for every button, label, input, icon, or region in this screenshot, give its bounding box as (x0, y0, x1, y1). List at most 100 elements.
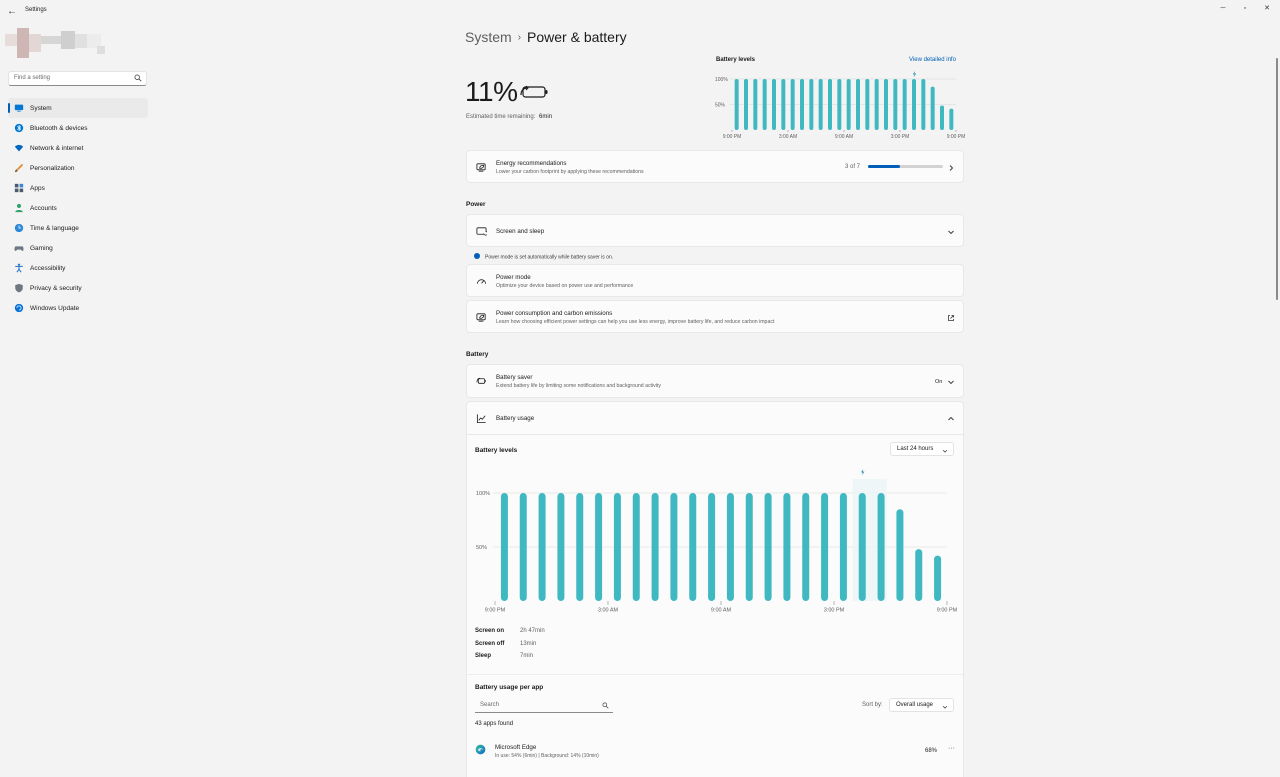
sidebar-item-accessibility[interactable]: Accessibility (8, 258, 148, 278)
sidebar-item-time-language[interactable]: Time & language (8, 218, 148, 238)
sidebar-item-gaming[interactable]: Gaming (8, 238, 148, 258)
shield-icon (15, 283, 23, 293)
power-mode-info: Power mode is set automatically while ba… (474, 253, 613, 260)
x-tick-label: 9:00 AM (835, 134, 853, 140)
search-icon (134, 74, 142, 82)
battery-bar (538, 493, 546, 601)
sidebar-item-windows-update[interactable]: Windows Update (8, 298, 148, 318)
edge-icon (475, 744, 486, 755)
app-detail: In use: 54% (6min) | Background: 14% (10… (495, 753, 599, 759)
sidebar-item-network-internet[interactable]: Network & internet (8, 138, 148, 158)
chevron-down-icon (942, 449, 948, 453)
x-tick-label: 3:00 PM (891, 134, 910, 140)
time-range-value: Last 24 hours (897, 446, 934, 452)
battery-bar (500, 493, 508, 601)
battery-bar (576, 493, 584, 601)
breadcrumb-system[interactable]: System (465, 29, 512, 45)
battery-bar (874, 79, 879, 130)
power-mode-card[interactable]: Power mode Optimize your device based on… (466, 264, 964, 297)
sidebar-item-label: Apps (30, 184, 45, 192)
battery-bar (837, 79, 842, 130)
app-search-placeholder: Search (480, 702, 500, 708)
gauge-icon (476, 279, 487, 284)
energy-count: 3 of 7 (845, 164, 861, 170)
breadcrumb-current: Power & battery (527, 29, 627, 45)
power-consumption-subtitle: Learn how choosing efficient power setti… (496, 319, 775, 325)
energy-progress-bar (868, 165, 943, 168)
power-consumption-card[interactable]: Power consumption and carbon emissions L… (466, 300, 964, 333)
battery-bar (802, 493, 810, 601)
battery-bar (726, 493, 734, 601)
sidebar-item-personalization[interactable]: Personalization (8, 158, 148, 178)
sidebar-item-label: Network & internet (30, 144, 84, 152)
wifi-icon (14, 144, 24, 152)
screen-and-sleep-card[interactable]: Screen and sleep (466, 214, 964, 247)
stat-value: 7min (520, 653, 534, 659)
x-tick-label: 3:00 PM (824, 608, 845, 614)
battery-saver-subtitle: Extend battery life by limiting some not… (496, 383, 661, 389)
battery-bar (821, 493, 829, 601)
chart-line-icon (476, 414, 486, 424)
view-detailed-info-link[interactable]: View detailed info (909, 57, 956, 63)
battery-saver-title: Battery saver (496, 374, 533, 381)
battery-bar (865, 79, 870, 130)
x-tick-label: 9:00 PM (485, 608, 506, 614)
chevron-down-icon (948, 380, 954, 385)
battery-bar (912, 79, 916, 130)
battery-levels-title: Battery levels (475, 447, 518, 454)
close-button[interactable]: ✕ (1257, 3, 1277, 15)
app-title: Settings (25, 7, 47, 13)
account-avatar[interactable] (5, 28, 105, 58)
battery-bar (519, 493, 527, 601)
charging-bolt-icon (861, 469, 865, 476)
battery-usage-title: Battery usage (496, 415, 535, 422)
screen-sleep-icon (476, 227, 487, 236)
sidebar-item-accounts[interactable]: Accounts (8, 198, 148, 218)
leaf-monitor-icon (476, 313, 486, 322)
more-options-icon[interactable]: ··· (948, 745, 955, 752)
app-row-edge[interactable]: Microsoft Edge In use: 54% (6min) | Back… (466, 737, 964, 767)
battery-bar (893, 79, 898, 130)
monitor-icon (14, 104, 24, 112)
sidebar-item-label: Gaming (30, 244, 53, 252)
chevron-up-icon (948, 416, 954, 421)
app-search-input[interactable]: Search (475, 698, 613, 713)
energy-subtitle: Lower your carbon footprint by applying … (496, 169, 644, 175)
battery-bar (818, 79, 823, 130)
maximize-button[interactable]: ▫ (1235, 3, 1255, 15)
power-section-title: Power (466, 201, 486, 208)
divider (467, 674, 963, 675)
energy-title: Energy recommendations (496, 160, 567, 167)
battery-bar (734, 79, 739, 130)
sidebar-item-privacy-security[interactable]: Privacy & security (8, 278, 148, 298)
sort-value: Overall usage (896, 702, 934, 708)
battery-saver-card[interactable]: Battery saver Extend battery life by lim… (466, 364, 964, 398)
time-range-dropdown[interactable]: Last 24 hours (890, 442, 954, 456)
sidebar-item-label: Privacy & security (30, 284, 82, 292)
minimize-button[interactable]: ─ (1213, 3, 1233, 15)
sidebar-item-bluetooth-devices[interactable]: Bluetooth & devices (8, 118, 148, 138)
sort-label: Sort by: (862, 702, 883, 708)
sidebar-item-label: Accessibility (30, 264, 66, 272)
page-title: System › Power & battery (465, 29, 627, 45)
power-consumption-title: Power consumption and carbon emissions (496, 310, 613, 317)
battery-saver-state: On (935, 379, 943, 385)
back-button[interactable]: ← (7, 5, 19, 19)
power-mode-subtitle: Optimize your device based on power use … (496, 283, 634, 289)
battery-bar (783, 493, 791, 601)
sidebar-item-apps[interactable]: Apps (8, 178, 148, 198)
battery-bar (613, 493, 621, 601)
sidebar-item-label: Time & language (30, 224, 79, 232)
person-icon (15, 203, 23, 213)
battery-bar (772, 79, 776, 130)
find-setting-input[interactable]: Find a setting (8, 71, 147, 86)
sidebar-item-system[interactable]: System (8, 98, 148, 118)
battery-bar (595, 493, 603, 601)
sort-dropdown[interactable]: Overall usage (889, 698, 954, 712)
stat-label: Sleep (475, 653, 492, 659)
battery-usage-header[interactable]: Battery usage (467, 402, 963, 435)
energy-progress-fill (868, 165, 901, 168)
scrollbar[interactable] (1276, 58, 1278, 300)
battery-bar (670, 493, 678, 601)
update-icon (14, 303, 24, 313)
